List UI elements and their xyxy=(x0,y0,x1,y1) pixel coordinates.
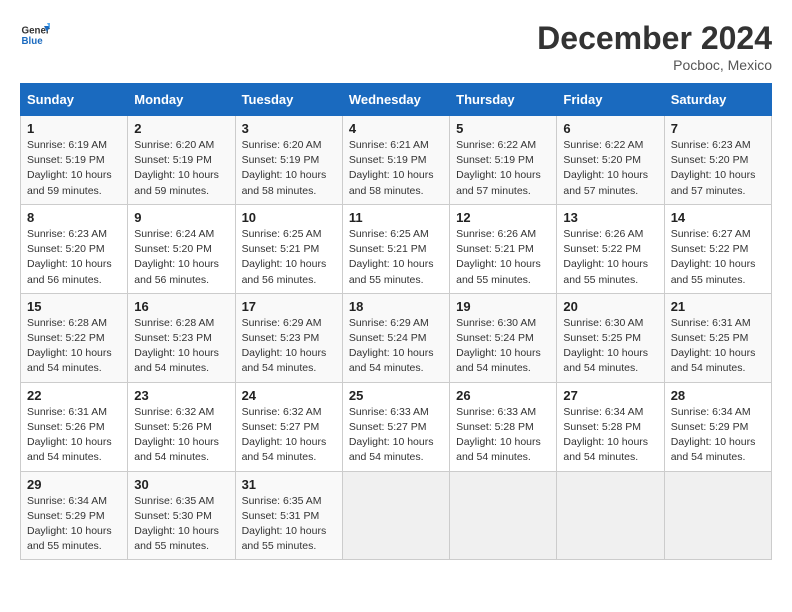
calendar-week-0: 1Sunrise: 6:19 AMSunset: 5:19 PMDaylight… xyxy=(21,116,772,205)
calendar-day-6: 6Sunrise: 6:22 AMSunset: 5:20 PMDaylight… xyxy=(557,116,664,205)
logo-icon: General Blue xyxy=(20,20,50,50)
calendar-day-27: 27Sunrise: 6:34 AMSunset: 5:28 PMDayligh… xyxy=(557,382,664,471)
header-thursday: Thursday xyxy=(450,84,557,116)
calendar-day-29: 29Sunrise: 6:34 AMSunset: 5:29 PMDayligh… xyxy=(21,471,128,560)
calendar-day-25: 25Sunrise: 6:33 AMSunset: 5:27 PMDayligh… xyxy=(342,382,449,471)
calendar-day-1: 1Sunrise: 6:19 AMSunset: 5:19 PMDaylight… xyxy=(21,116,128,205)
calendar-day-16: 16Sunrise: 6:28 AMSunset: 5:23 PMDayligh… xyxy=(128,293,235,382)
calendar-day-8: 8Sunrise: 6:23 AMSunset: 5:20 PMDaylight… xyxy=(21,204,128,293)
calendar-day-20: 20Sunrise: 6:30 AMSunset: 5:25 PMDayligh… xyxy=(557,293,664,382)
calendar-day-12: 12Sunrise: 6:26 AMSunset: 5:21 PMDayligh… xyxy=(450,204,557,293)
calendar-day-3: 3Sunrise: 6:20 AMSunset: 5:19 PMDaylight… xyxy=(235,116,342,205)
calendar-week-3: 22Sunrise: 6:31 AMSunset: 5:26 PMDayligh… xyxy=(21,382,772,471)
calendar-week-1: 8Sunrise: 6:23 AMSunset: 5:20 PMDaylight… xyxy=(21,204,772,293)
calendar-day-9: 9Sunrise: 6:24 AMSunset: 5:20 PMDaylight… xyxy=(128,204,235,293)
page-header: General Blue December 2024 Pocboc, Mexic… xyxy=(20,20,772,73)
header-wednesday: Wednesday xyxy=(342,84,449,116)
calendar-day-13: 13Sunrise: 6:26 AMSunset: 5:22 PMDayligh… xyxy=(557,204,664,293)
calendar-day-18: 18Sunrise: 6:29 AMSunset: 5:24 PMDayligh… xyxy=(342,293,449,382)
calendar-day-22: 22Sunrise: 6:31 AMSunset: 5:26 PMDayligh… xyxy=(21,382,128,471)
calendar-day-7: 7Sunrise: 6:23 AMSunset: 5:20 PMDaylight… xyxy=(664,116,771,205)
logo: General Blue xyxy=(20,20,50,50)
calendar-day-5: 5Sunrise: 6:22 AMSunset: 5:19 PMDaylight… xyxy=(450,116,557,205)
calendar-week-2: 15Sunrise: 6:28 AMSunset: 5:22 PMDayligh… xyxy=(21,293,772,382)
calendar-day-28: 28Sunrise: 6:34 AMSunset: 5:29 PMDayligh… xyxy=(664,382,771,471)
calendar-day-11: 11Sunrise: 6:25 AMSunset: 5:21 PMDayligh… xyxy=(342,204,449,293)
calendar-day-24: 24Sunrise: 6:32 AMSunset: 5:27 PMDayligh… xyxy=(235,382,342,471)
calendar-day-empty-w4c3 xyxy=(342,471,449,560)
calendar-day-empty-w4c6 xyxy=(664,471,771,560)
calendar-week-4: 29Sunrise: 6:34 AMSunset: 5:29 PMDayligh… xyxy=(21,471,772,560)
calendar-day-15: 15Sunrise: 6:28 AMSunset: 5:22 PMDayligh… xyxy=(21,293,128,382)
header-friday: Friday xyxy=(557,84,664,116)
header-tuesday: Tuesday xyxy=(235,84,342,116)
calendar-day-4: 4Sunrise: 6:21 AMSunset: 5:19 PMDaylight… xyxy=(342,116,449,205)
header-row: Sunday Monday Tuesday Wednesday Thursday… xyxy=(21,84,772,116)
calendar-day-23: 23Sunrise: 6:32 AMSunset: 5:26 PMDayligh… xyxy=(128,382,235,471)
title-block: December 2024 Pocboc, Mexico xyxy=(537,20,772,73)
header-saturday: Saturday xyxy=(664,84,771,116)
header-monday: Monday xyxy=(128,84,235,116)
calendar-day-30: 30Sunrise: 6:35 AMSunset: 5:30 PMDayligh… xyxy=(128,471,235,560)
calendar-day-21: 21Sunrise: 6:31 AMSunset: 5:25 PMDayligh… xyxy=(664,293,771,382)
header-sunday: Sunday xyxy=(21,84,128,116)
calendar-subtitle: Pocboc, Mexico xyxy=(537,57,772,73)
calendar-day-2: 2Sunrise: 6:20 AMSunset: 5:19 PMDaylight… xyxy=(128,116,235,205)
calendar-day-26: 26Sunrise: 6:33 AMSunset: 5:28 PMDayligh… xyxy=(450,382,557,471)
svg-text:Blue: Blue xyxy=(22,36,44,47)
calendar-day-empty-w4c4 xyxy=(450,471,557,560)
calendar-day-14: 14Sunrise: 6:27 AMSunset: 5:22 PMDayligh… xyxy=(664,204,771,293)
calendar-title: December 2024 xyxy=(537,20,772,57)
calendar-day-10: 10Sunrise: 6:25 AMSunset: 5:21 PMDayligh… xyxy=(235,204,342,293)
calendar-day-17: 17Sunrise: 6:29 AMSunset: 5:23 PMDayligh… xyxy=(235,293,342,382)
calendar-day-empty-w4c5 xyxy=(557,471,664,560)
calendar-table: Sunday Monday Tuesday Wednesday Thursday… xyxy=(20,83,772,560)
calendar-day-19: 19Sunrise: 6:30 AMSunset: 5:24 PMDayligh… xyxy=(450,293,557,382)
calendar-day-31: 31Sunrise: 6:35 AMSunset: 5:31 PMDayligh… xyxy=(235,471,342,560)
